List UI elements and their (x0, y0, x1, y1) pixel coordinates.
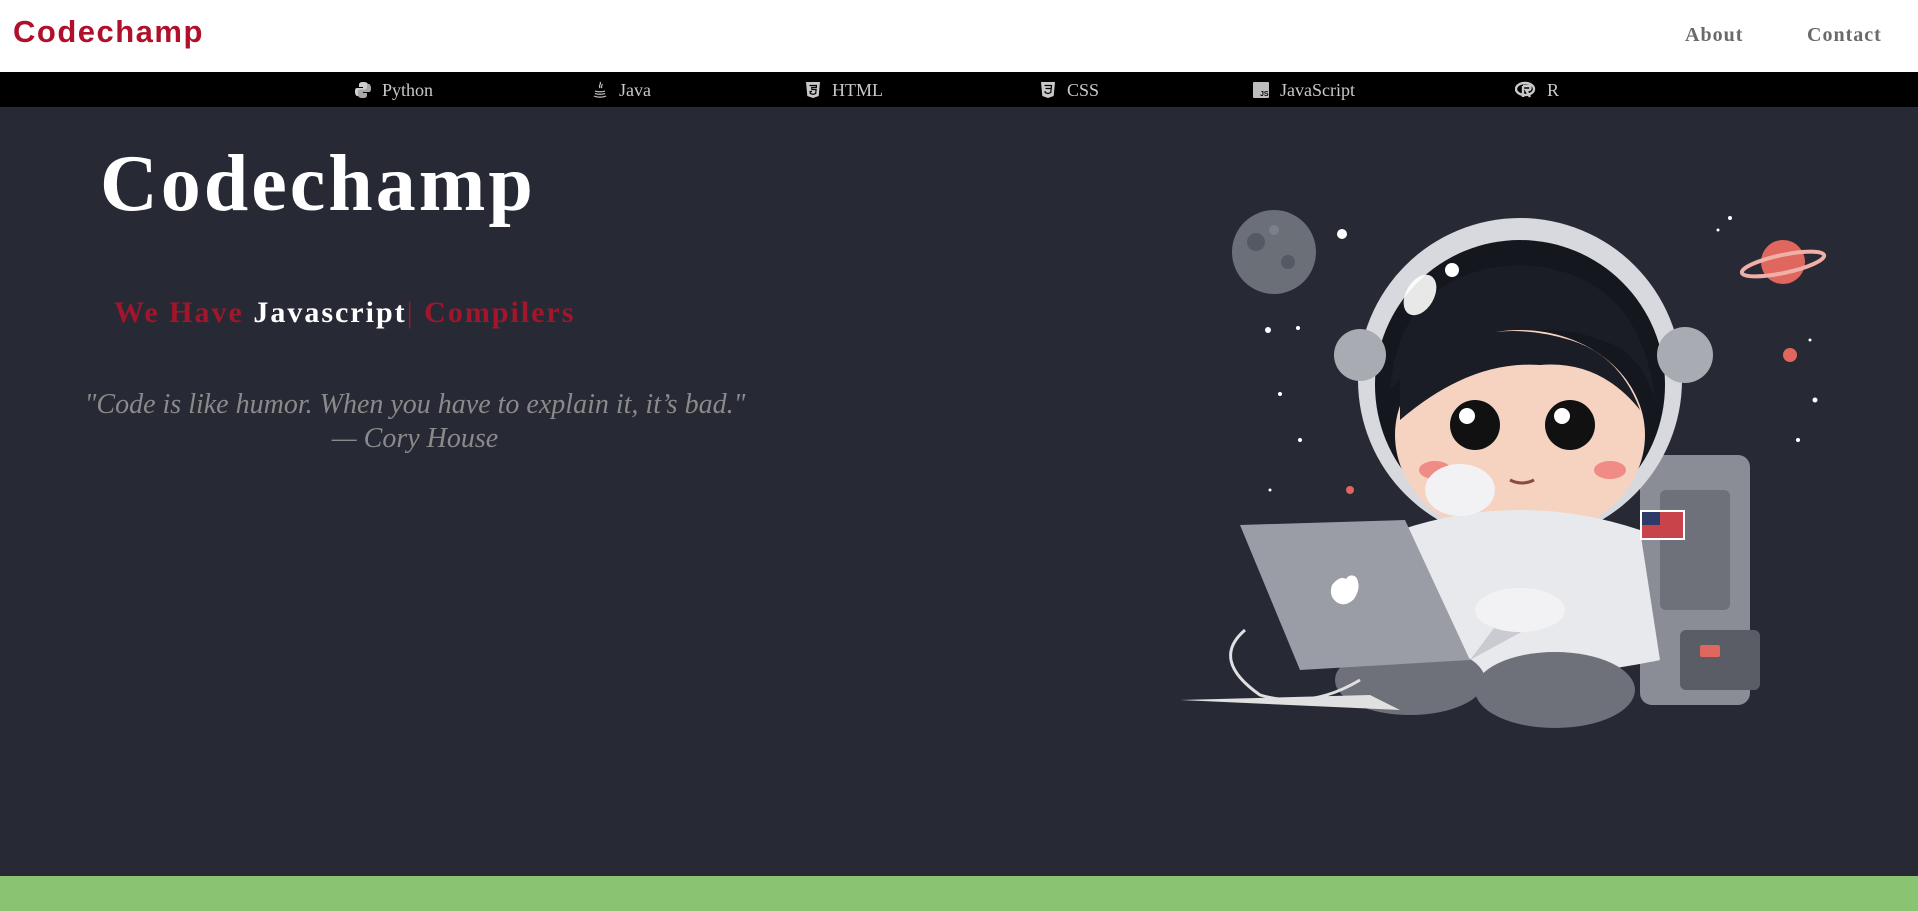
quote-text: "Code is like humor. When you have to ex… (84, 389, 746, 420)
quote-author: — Cory House (331, 423, 499, 454)
lang-label: Python (382, 79, 434, 100)
lang-label: HTML (832, 79, 883, 100)
lang-item-java[interactable]: Java (591, 79, 651, 101)
hero-tagline: We Have Javascript| Compilers (114, 296, 575, 330)
lang-label: CSS (1067, 79, 1100, 100)
r-language-icon (1515, 81, 1537, 99)
tagline-prefix: We Have (114, 296, 254, 329)
hero-title: Codechamp (100, 140, 536, 228)
language-bar: Python Java HTML CSS JS JavaScript R (0, 72, 1918, 107)
nav-about-link[interactable]: About (1685, 24, 1743, 47)
lang-item-javascript[interactable]: JS JavaScript (1252, 79, 1355, 101)
top-navbar: Codechamp About Contact (0, 0, 1918, 72)
lang-item-r[interactable]: R (1515, 79, 1559, 101)
astronaut-illustration (1170, 190, 1870, 740)
html5-icon (804, 81, 822, 99)
footer-strip (0, 876, 1918, 911)
lang-item-html[interactable]: HTML (804, 79, 883, 101)
lang-item-python[interactable]: Python (354, 79, 433, 101)
css3-icon (1039, 81, 1057, 99)
svg-text:JS: JS (1260, 91, 1269, 98)
lang-label: R (1547, 79, 1560, 100)
hero-quote: "Code is like humor. When you have to ex… (40, 388, 790, 456)
typing-cursor: | (406, 296, 415, 329)
tagline-suffix: Compilers (414, 296, 576, 329)
javascript-icon: JS (1252, 81, 1270, 99)
java-icon (591, 81, 609, 99)
lang-label: JavaScript (1280, 79, 1355, 100)
python-icon (354, 81, 372, 99)
nav-contact-link[interactable]: Contact (1807, 24, 1882, 47)
lang-item-css[interactable]: CSS (1039, 79, 1099, 101)
tagline-typed-word: Javascript (253, 296, 407, 329)
lang-label: Java (619, 79, 651, 100)
brand-logo[interactable]: Codechamp (13, 14, 204, 50)
